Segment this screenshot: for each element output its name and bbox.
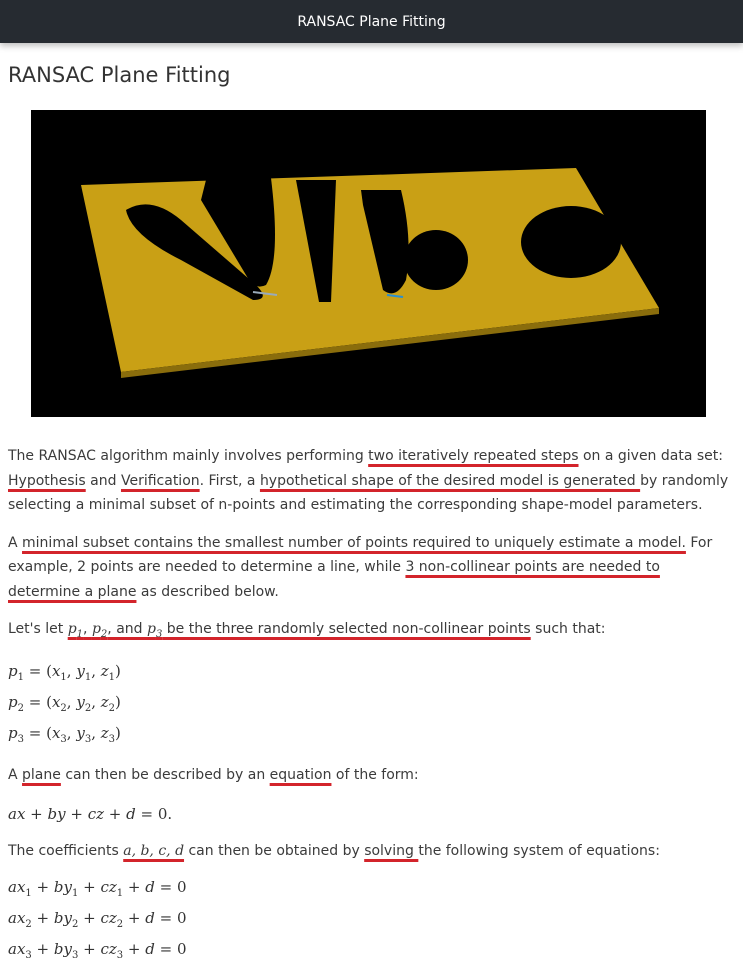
text: can then be obtained by	[184, 842, 365, 859]
point-eq-1: p1 = (x1, y1, z1)	[8, 662, 121, 684]
text: , and	[107, 621, 147, 637]
system-eq-1: ax1 + by1 + cz1 + d = 0	[8, 878, 187, 900]
highlight-equation: equation	[269, 767, 332, 784]
article: RANSAC Plane Fitting The RANSAC algorith…	[0, 61, 743, 968]
point-eq-2: p2 = (x2, y2, z2)	[8, 693, 121, 715]
text: be the three randomly selected non-colli…	[162, 621, 531, 637]
text: the following system of equations:	[418, 842, 660, 859]
text: such that:	[530, 621, 606, 637]
paragraph-points-intro: Let's let p1, p2, and p3 be the three ra…	[8, 617, 735, 647]
top-nav-bar: RANSAC Plane Fitting	[0, 0, 743, 43]
text: ,	[83, 621, 92, 637]
text: can then be described by an	[60, 767, 270, 784]
points-equations: p1 = (x1, y1, z1) p2 = (x2, y2, z2) p3 =…	[8, 659, 735, 752]
highlight-coefficients: a, b, c, d	[123, 842, 185, 859]
highlight-hypothetical-shape: hypothetical shape of the desired model …	[259, 472, 641, 489]
system-eq-2: ax2 + by2 + cz2 + d = 0	[8, 909, 187, 931]
highlight-verification: Verification	[120, 472, 200, 489]
paragraph-intro: The RANSAC algorithm mainly involves per…	[8, 444, 735, 518]
paragraph-plane: A plane can then be described by an equa…	[8, 763, 735, 788]
system-eq-3: ax3 + by3 + cz3 + d = 0	[8, 940, 187, 962]
paragraph-coefficients: The coefficients a, b, c, d can then be …	[8, 839, 735, 864]
text: on a given data set:	[578, 448, 723, 464]
text: . First, a	[199, 472, 260, 489]
text: The coefficients	[8, 842, 124, 859]
text: of the form:	[331, 767, 419, 784]
text: Let's let	[8, 621, 68, 637]
text: as described below.	[136, 583, 279, 600]
paragraph-minimal-subset: A minimal subset contains the smallest n…	[8, 531, 735, 605]
math-p2: p2	[91, 621, 108, 640]
text: The RANSAC algorithm mainly involves per…	[8, 448, 369, 464]
header-title: RANSAC Plane Fitting	[297, 13, 446, 30]
highlight-two-steps: two iteratively repeated steps	[368, 448, 579, 464]
page-title: RANSAC Plane Fitting	[8, 63, 231, 87]
text: and	[85, 472, 121, 489]
plane-equation: ax + by + cz + d = 0.	[8, 804, 173, 823]
highlight-plane: plane	[22, 767, 61, 784]
text: A	[8, 767, 23, 784]
highlight-solving: solving	[364, 842, 419, 859]
system-of-equations: ax1 + by1 + cz1 + d = 0 ax2 + by2 + cz2 …	[8, 875, 735, 968]
text: A	[8, 534, 23, 551]
highlight-points-list: p1, p2, and p3 be the three randomly sel…	[67, 621, 531, 640]
math-p1: p1	[67, 621, 84, 640]
highlight-minimal-subset: minimal subset contains the smallest num…	[22, 534, 686, 551]
math-p3: p3	[147, 621, 163, 640]
point-eq-3: p3 = (x3, y3, z3)	[8, 724, 121, 746]
highlight-hypothesis: Hypothesis	[8, 472, 86, 489]
plate-point-cloud-image	[31, 110, 706, 417]
